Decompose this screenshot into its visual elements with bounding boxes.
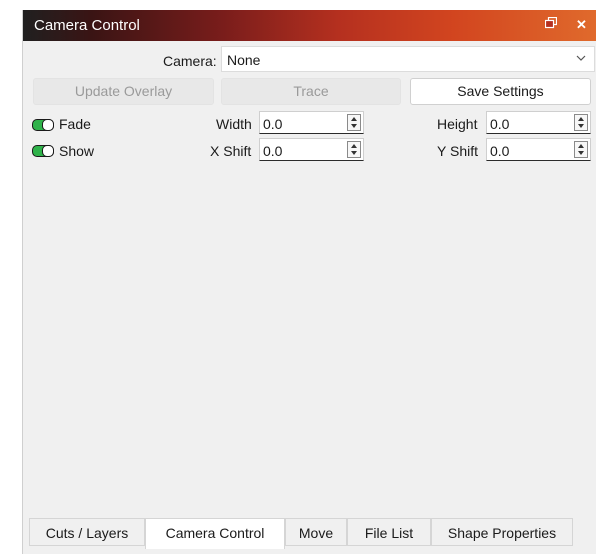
save-settings-button[interactable]: Save Settings [410,78,591,105]
chevron-down-icon [576,55,586,61]
height-spinbox[interactable]: 0.0 [486,111,591,134]
window-title: Camera Control [34,17,140,34]
spin-arrows-icon[interactable] [574,141,588,158]
trace-button[interactable]: Trace [221,78,401,105]
height-value: 0.0 [490,116,510,132]
camera-select-value: None [227,52,261,68]
close-icon[interactable]: ✕ [576,17,587,33]
tab-file-list[interactable]: File List [347,518,431,546]
show-label: Show [59,143,95,159]
toggle-knob [42,145,54,157]
height-label: Height [437,116,478,132]
float-window-icon[interactable] [544,16,558,33]
fade-toggle[interactable] [32,119,54,131]
y-shift-label: Y Shift [437,143,478,159]
x-shift-label: X Shift [210,143,252,159]
camera-control-panel: Camera Control ✕ Camera: None Update Ove… [22,10,596,554]
x-shift-value: 0.0 [263,143,283,159]
toggle-knob [42,119,54,131]
fade-label: Fade [59,116,91,132]
camera-label: Camera: [163,53,217,69]
width-label: Width [216,116,252,132]
update-overlay-button[interactable]: Update Overlay [33,78,214,105]
tab-shape-properties[interactable]: Shape Properties [431,518,573,546]
show-toggle[interactable] [32,145,54,157]
title-bar[interactable]: Camera Control ✕ [23,10,596,41]
y-shift-spinbox[interactable]: 0.0 [486,138,591,161]
tab-cuts-layers[interactable]: Cuts / Layers [29,518,145,546]
spin-arrows-icon[interactable] [347,141,361,158]
width-value: 0.0 [263,116,283,132]
tab-camera-control[interactable]: Camera Control [145,518,285,549]
tab-move[interactable]: Move [285,518,347,546]
spin-arrows-icon[interactable] [347,114,361,131]
spin-arrows-icon[interactable] [574,114,588,131]
width-spinbox[interactable]: 0.0 [259,111,364,134]
camera-select[interactable]: None [221,46,595,72]
tab-bar: Cuts / Layers Camera Control Move File L… [23,518,596,554]
y-shift-value: 0.0 [490,143,510,159]
x-shift-spinbox[interactable]: 0.0 [259,138,364,161]
